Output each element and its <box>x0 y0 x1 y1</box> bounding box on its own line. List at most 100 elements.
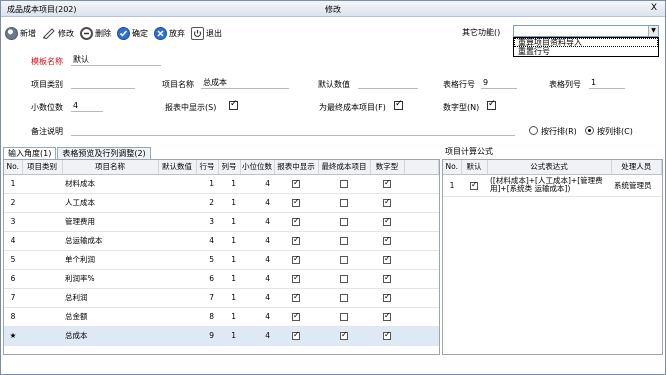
row-name[interactable]: 总利润 <box>62 288 158 308</box>
row-col[interactable]: 1 <box>218 288 240 308</box>
tab-input-angle[interactable]: 输入角度(1) <box>3 147 57 159</box>
row-decimals[interactable]: 4 <box>240 250 274 270</box>
cancel-button[interactable]: 放弃 <box>154 26 185 40</box>
close-button[interactable]: X <box>651 3 657 13</box>
formula-expression[interactable]: ([材料成本]+[人工成本]+[管理费用]+[系统类 运输成本]) <box>487 174 611 197</box>
col-header-numeric[interactable]: 数字型 <box>370 160 405 175</box>
row-row[interactable]: 5 <box>196 250 218 270</box>
numeric-checkbox[interactable] <box>487 99 496 110</box>
row-show-checkbox[interactable] <box>292 311 300 321</box>
row-show-checkbox[interactable] <box>292 235 300 245</box>
final-cost-checkbox[interactable] <box>394 99 403 110</box>
table-row[interactable]: ★ 总成本 9 1 4 <box>4 326 439 346</box>
row-category[interactable] <box>22 193 62 213</box>
row-show-checkbox[interactable] <box>292 254 300 264</box>
row-show-checkbox[interactable] <box>292 216 300 226</box>
row-default[interactable] <box>158 174 196 194</box>
formula-user[interactable]: 系统管理员 <box>611 174 662 197</box>
row-show-checkbox[interactable] <box>292 178 300 188</box>
row-decimals[interactable]: 4 <box>240 193 274 213</box>
row-category[interactable] <box>22 288 62 308</box>
table-row[interactable]: 2 人工成本 2 1 4 <box>4 193 439 213</box>
col-header-decimals[interactable]: 小位位数 <box>240 160 275 175</box>
row-final-checkbox[interactable] <box>340 180 348 188</box>
row-row[interactable]: 1 <box>196 174 218 194</box>
row-name[interactable]: 单个利润 <box>62 250 158 270</box>
formula-header-no[interactable]: No. <box>443 160 462 175</box>
formula-row[interactable]: 1 ([材料成本]+[人工成本]+[管理费用]+[系统类 运输成本])系统管理员 <box>443 174 662 197</box>
row-show-checkbox[interactable] <box>292 292 300 302</box>
row-final-checkbox[interactable] <box>340 256 348 264</box>
show-in-report-checkbox[interactable] <box>229 99 238 110</box>
col-header-default[interactable]: 默认数值 <box>158 160 197 175</box>
row-show-checkbox[interactable] <box>292 197 300 207</box>
col-number-field[interactable]: 1 <box>589 77 625 89</box>
row-numeric-checkbox[interactable] <box>383 178 391 188</box>
row-name[interactable]: 总金额 <box>62 307 158 327</box>
row-category[interactable] <box>22 212 62 232</box>
row-decimals[interactable]: 4 <box>240 212 274 232</box>
row-decimals[interactable]: 4 <box>240 269 274 289</box>
row-decimals[interactable]: 4 <box>240 174 274 194</box>
formula-header-expression[interactable]: 公式表达式 <box>487 160 612 175</box>
row-row[interactable]: 8 <box>196 307 218 327</box>
by-col-radio[interactable] <box>585 126 594 135</box>
row-numeric-checkbox[interactable] <box>383 330 391 340</box>
row-decimals[interactable]: 4 <box>240 288 274 308</box>
row-col[interactable]: 1 <box>218 231 240 251</box>
row-final-checkbox[interactable] <box>340 294 348 302</box>
row-col[interactable]: 1 <box>218 250 240 270</box>
row-default[interactable] <box>158 269 196 289</box>
row-final-checkbox[interactable] <box>340 313 348 321</box>
row-col[interactable]: 1 <box>218 193 240 213</box>
row-col[interactable]: 1 <box>218 307 240 327</box>
col-header-row[interactable]: 行号 <box>196 160 219 175</box>
row-decimals[interactable]: 4 <box>240 231 274 251</box>
row-default[interactable] <box>158 288 196 308</box>
row-name[interactable]: 利润率% <box>62 269 158 289</box>
row-col[interactable]: 1 <box>218 174 240 194</box>
row-row[interactable]: 9 <box>196 326 218 346</box>
row-final-checkbox[interactable] <box>340 237 348 245</box>
exit-button[interactable]: 退出 <box>191 26 222 40</box>
col-header-name[interactable]: 项目名称 <box>62 160 159 175</box>
row-col[interactable]: 1 <box>218 212 240 232</box>
row-row[interactable]: 6 <box>196 269 218 289</box>
row-numeric-checkbox[interactable] <box>383 216 391 226</box>
col-header-no[interactable]: No. <box>4 160 23 175</box>
row-category[interactable] <box>22 326 62 346</box>
row-decimals[interactable]: 4 <box>240 307 274 327</box>
row-name[interactable]: 材料成本 <box>62 174 158 194</box>
row-numeric-checkbox[interactable] <box>383 235 391 245</box>
decimals-field[interactable]: 4 <box>71 100 103 112</box>
table-row[interactable]: 1 材料成本 1 1 4 <box>4 174 439 194</box>
table-row[interactable]: 4 总运输成本 4 1 4 <box>4 231 439 251</box>
category-field[interactable] <box>71 77 135 89</box>
table-row[interactable]: 5 单个利润 5 1 4 <box>4 250 439 270</box>
row-row[interactable]: 3 <box>196 212 218 232</box>
row-show-checkbox[interactable] <box>292 273 300 283</box>
table-row[interactable]: 8 总金额 8 1 4 <box>4 307 439 327</box>
formula-header-user[interactable]: 处理人员 <box>611 160 662 175</box>
row-numeric-checkbox[interactable] <box>383 292 391 302</box>
by-row-radio[interactable] <box>529 126 538 135</box>
table-row[interactable]: 3 管理费用 3 1 4 <box>4 212 439 232</box>
row-final-checkbox[interactable] <box>340 218 348 226</box>
row-final-checkbox[interactable] <box>340 199 348 207</box>
row-col[interactable]: 1 <box>218 326 240 346</box>
row-name[interactable]: 总成本 <box>62 326 158 346</box>
delete-button[interactable]: 删除 <box>80 26 111 40</box>
row-name[interactable]: 管理费用 <box>62 212 158 232</box>
row-default[interactable] <box>158 212 196 232</box>
dropdown-item-import[interactable]: 重算项目资料导入 <box>514 38 658 47</box>
new-button[interactable]: 新增 <box>5 26 36 40</box>
row-final-checkbox[interactable] <box>340 330 348 340</box>
row-category[interactable] <box>22 174 62 194</box>
row-category[interactable] <box>22 269 62 289</box>
row-default[interactable] <box>158 307 196 327</box>
default-value-field[interactable] <box>358 77 418 89</box>
formula-default-checkbox[interactable] <box>470 180 478 190</box>
row-number-field[interactable]: 9 <box>481 77 517 89</box>
table-row[interactable]: 7 总利润 7 1 4 <box>4 288 439 308</box>
row-row[interactable]: 4 <box>196 231 218 251</box>
